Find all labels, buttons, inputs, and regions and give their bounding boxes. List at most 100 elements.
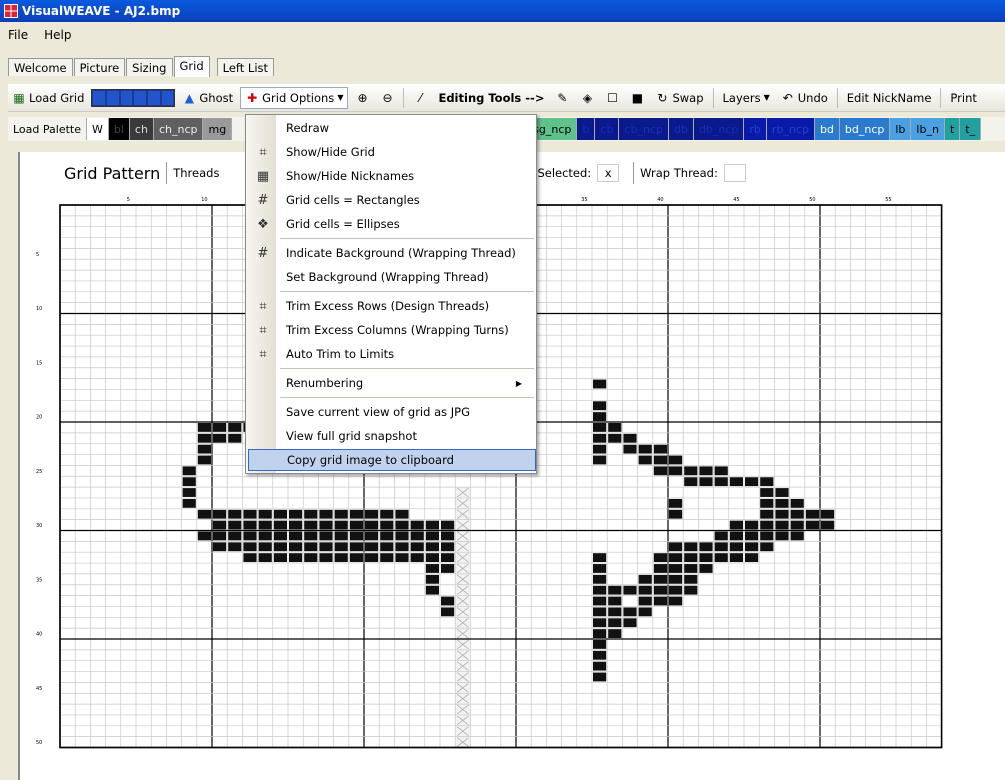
filled-cell <box>425 564 439 573</box>
menu-item-auto-trim-to-limits[interactable]: ⌗ Auto Trim to Limits <box>248 343 536 365</box>
menu-item-set-background-wrapping-thread[interactable]: Set Background (Wrapping Thread) <box>248 266 536 288</box>
filled-cell <box>684 542 698 552</box>
menu-item-label: Show/Hide Nicknames <box>286 169 415 183</box>
filled-cell <box>684 585 698 595</box>
filled-cell <box>395 520 409 530</box>
filled-cell <box>593 640 607 649</box>
column-number-label: 50 <box>809 197 815 203</box>
filled-cell <box>197 531 211 541</box>
filled-cell <box>334 553 348 563</box>
filled-cell <box>714 553 728 563</box>
menu-item-copy-grid-image-to-clipboard[interactable]: Copy grid image to clipboard <box>248 449 536 471</box>
filled-cell <box>760 498 774 508</box>
filled-cell <box>684 574 698 584</box>
menu-item-trim-excess-columns-wrapping-turns[interactable]: ⌗ Trim Excess Columns (Wrapping Turns) <box>248 319 536 341</box>
filled-cell <box>593 401 607 411</box>
filled-cell <box>228 423 242 432</box>
menu-item-indicate-background-wrapping-thread[interactable]: # Indicate Background (Wrapping Thread) <box>248 242 536 264</box>
filled-cell <box>790 531 804 541</box>
menu-item-show-hide-nicknames[interactable]: ▦ Show/Hide Nicknames <box>248 165 536 187</box>
filled-cell <box>669 542 683 552</box>
filled-cell <box>653 574 667 584</box>
filled-cell <box>182 498 196 508</box>
filled-cell <box>593 596 607 606</box>
filled-cell <box>593 607 607 617</box>
filled-cell <box>638 444 652 454</box>
column-number-label: 10 <box>201 197 207 203</box>
menu-grid-icon: # <box>257 192 269 208</box>
filled-cell <box>593 455 607 465</box>
filled-cell <box>669 564 683 573</box>
filled-cell <box>182 466 196 476</box>
filled-cell <box>289 531 303 541</box>
filled-cell <box>699 542 713 552</box>
menu-item-label: Grid cells = Rectangles <box>286 193 420 207</box>
filled-cell <box>182 477 196 487</box>
filled-cell <box>653 455 667 465</box>
menu-grid-icon: ⌗ <box>259 322 267 338</box>
filled-cell <box>669 498 683 508</box>
menu-item-view-full-grid-snapshot[interactable]: View full grid snapshot <box>248 425 536 447</box>
menu-item-renumbering[interactable]: Renumbering ▶ <box>248 372 536 394</box>
filled-cell <box>653 564 667 573</box>
filled-cell <box>365 509 379 519</box>
menu-item-grid-cells-rectangles[interactable]: # Grid cells = Rectangles <box>248 189 536 211</box>
filled-cell <box>593 661 607 671</box>
wrap-thread-text: Wrap Thread: <box>640 166 718 180</box>
filled-cell <box>258 542 272 552</box>
filled-cell <box>197 433 211 443</box>
filled-cell <box>745 520 759 530</box>
filled-cell <box>425 585 439 595</box>
menu-separator <box>280 397 534 398</box>
filled-cell <box>228 520 242 530</box>
filled-cell <box>790 498 804 508</box>
filled-cell <box>593 574 607 584</box>
filled-cell <box>593 379 607 389</box>
filled-cell <box>365 520 379 530</box>
filled-cell <box>790 509 804 519</box>
grid-options-menu: Redraw ⌗ Show/Hide Grid ▦ Show/Hide Nickname… <box>245 114 537 474</box>
row-number-label: 45 <box>36 686 42 692</box>
row-number-label: 10 <box>36 306 42 312</box>
filled-cell <box>258 553 272 563</box>
filled-cell <box>380 542 394 552</box>
menu-item-label: Show/Hide Grid <box>286 145 375 159</box>
filled-cell <box>684 477 698 487</box>
filled-cell <box>821 520 835 530</box>
filled-cell <box>349 542 363 552</box>
menu-grid-icon: ⌗ <box>259 144 267 160</box>
filled-cell <box>593 672 607 682</box>
wrap-thread-label: Wrap Thread: <box>633 162 752 184</box>
menu-item-show-hide-grid[interactable]: ⌗ Show/Hide Grid <box>248 141 536 163</box>
filled-cell <box>289 542 303 552</box>
filled-cell <box>760 542 774 552</box>
filled-cell <box>805 520 819 530</box>
filled-cell <box>289 509 303 519</box>
menu-item-redraw[interactable]: Redraw <box>248 117 536 139</box>
column-number-label: 40 <box>657 197 663 203</box>
filled-cell <box>760 488 774 497</box>
menu-item-grid-cells-ellipses[interactable]: ❖ Grid cells = Ellipses <box>248 213 536 235</box>
filled-cell <box>669 466 683 476</box>
filled-cell <box>410 520 424 530</box>
filled-cell <box>608 607 622 617</box>
filled-cell <box>349 553 363 563</box>
filled-cell <box>745 477 759 487</box>
filled-cell <box>380 509 394 519</box>
filled-cell <box>729 477 743 487</box>
menu-separator <box>280 368 534 369</box>
filled-cell <box>699 477 713 487</box>
filled-cell <box>699 553 713 563</box>
menu-item-save-current-view-of-grid-as-jpg[interactable]: Save current view of grid as JPG <box>248 401 536 423</box>
filled-cell <box>593 433 607 443</box>
filled-cell <box>441 596 455 606</box>
wrap-thread-value <box>723 164 746 182</box>
menu-item-trim-excess-rows-design-threads[interactable]: ⌗ Trim Excess Rows (Design Threads) <box>248 295 536 317</box>
filled-cell <box>638 574 652 584</box>
menu-separator <box>280 238 534 239</box>
filled-cell <box>319 531 333 541</box>
menu-item-label: Set Background (Wrapping Thread) <box>286 270 489 284</box>
filled-cell <box>653 466 667 476</box>
filled-cell <box>669 455 683 465</box>
filled-cell <box>425 520 439 530</box>
